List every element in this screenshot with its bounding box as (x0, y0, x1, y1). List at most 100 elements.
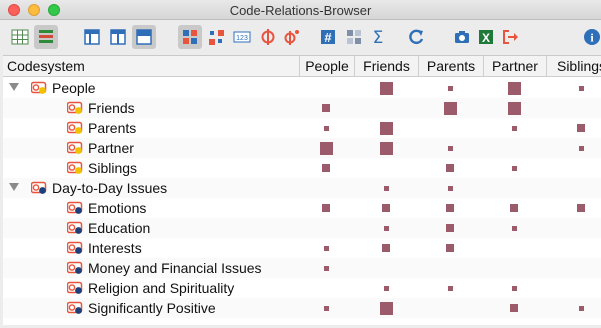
camera-button[interactable] (450, 25, 474, 49)
code-icon (67, 161, 83, 174)
expand-triangle-icon[interactable] (9, 83, 19, 91)
code-label: People (52, 80, 96, 96)
relation-square[interactable] (379, 81, 393, 95)
relation-square[interactable] (507, 101, 521, 115)
symbol-squares-button[interactable] (178, 25, 202, 49)
relation-square[interactable] (383, 225, 389, 231)
code-relations-grid: Codesystem People Friends Parents Partne… (3, 55, 601, 325)
table-row[interactable]: Partner (3, 138, 601, 158)
code-label: Education (88, 220, 151, 236)
relation-square[interactable] (323, 305, 329, 311)
code-icon (67, 101, 83, 114)
matrix-button[interactable] (342, 25, 366, 49)
symbol-squares-icon (183, 30, 197, 44)
matrix-abc-icon (347, 30, 361, 44)
table-row[interactable]: Religion and Spirituality (3, 278, 601, 298)
relation-square[interactable] (322, 204, 330, 212)
table-grid-button[interactable] (8, 25, 32, 49)
code-relations-button[interactable] (256, 25, 280, 49)
code-relations-alt-button[interactable] (280, 25, 304, 49)
relation-square[interactable] (322, 104, 330, 112)
relation-square[interactable] (446, 244, 454, 252)
relation-square[interactable] (382, 204, 390, 212)
code-label: Siblings (88, 160, 138, 176)
code-label: Interests (88, 240, 142, 256)
table-row[interactable]: People (3, 78, 601, 98)
table-row[interactable]: Siblings (3, 158, 601, 178)
header-col-partner[interactable]: Partner (483, 56, 546, 77)
relation-square[interactable] (323, 265, 329, 271)
code-label: Day-to-Day Issues (52, 180, 168, 196)
relation-square[interactable] (510, 304, 518, 312)
relation-square[interactable] (578, 305, 584, 311)
symbol-circles-icon (209, 30, 224, 45)
table-row[interactable]: Friends (3, 98, 601, 118)
header-col-siblings[interactable]: Siblings (546, 56, 601, 77)
relation-square[interactable] (447, 145, 453, 151)
table-row[interactable]: Significantly Positive (3, 298, 601, 318)
refresh-button[interactable] (404, 25, 428, 49)
hash-button[interactable]: # (316, 25, 340, 49)
numbers-button[interactable]: 123 (230, 25, 254, 49)
relation-square[interactable] (383, 185, 389, 191)
relation-square[interactable] (446, 204, 454, 212)
relation-square[interactable] (379, 301, 393, 315)
code-label: Religion and Spirituality (88, 280, 235, 296)
relation-square[interactable] (319, 141, 333, 155)
table-row[interactable]: Money and Financial Issues (3, 258, 601, 278)
svg-text:#: # (324, 30, 332, 45)
info-button[interactable]: i (580, 25, 601, 49)
header-codesystem[interactable]: Codesystem (7, 56, 303, 77)
title-bar: Code-Relations-Browser (0, 0, 601, 20)
window-title: Code-Relations-Browser (229, 3, 372, 18)
header-col-parents[interactable]: Parents (418, 56, 483, 77)
relation-square[interactable] (511, 165, 517, 171)
relation-square[interactable] (323, 245, 329, 251)
relation-square[interactable] (511, 125, 517, 131)
relation-square[interactable] (383, 285, 389, 291)
relation-square[interactable] (446, 164, 454, 172)
code-label: Partner (88, 140, 134, 156)
layout-view-3-button[interactable] (132, 25, 156, 49)
symbol-circles-button[interactable] (204, 25, 228, 49)
relation-square[interactable] (511, 285, 517, 291)
relation-square[interactable] (447, 85, 453, 91)
code-icon (31, 81, 47, 94)
table-row[interactable]: Emotions (3, 198, 601, 218)
header-col-friends[interactable]: Friends (354, 56, 418, 77)
code-icon (67, 241, 83, 254)
table-row[interactable]: Day-to-Day Issues (3, 178, 601, 198)
table-row[interactable]: Education (3, 218, 601, 238)
code-icon (67, 121, 83, 134)
relation-square[interactable] (510, 204, 518, 212)
relation-square[interactable] (511, 225, 517, 231)
relation-square[interactable] (577, 204, 585, 212)
relation-square[interactable] (443, 101, 457, 115)
excel-export-button[interactable]: X (474, 25, 498, 49)
export-button[interactable] (498, 25, 522, 49)
relation-square[interactable] (577, 124, 585, 132)
relation-square[interactable] (447, 285, 453, 291)
relation-square[interactable] (379, 121, 393, 135)
relation-square[interactable] (323, 125, 329, 131)
header-col-people[interactable]: People (299, 56, 354, 77)
export-arrow-icon (503, 30, 518, 44)
hash-icon: # (321, 30, 335, 45)
table-row[interactable]: Parents (3, 118, 601, 138)
color-stripes-button[interactable] (34, 25, 58, 49)
relation-square[interactable] (447, 185, 453, 191)
relation-square[interactable] (446, 224, 454, 232)
table-row[interactable]: Interests (3, 238, 601, 258)
sigma-button[interactable]: Σ (366, 25, 390, 49)
layout-view-2-button[interactable] (106, 25, 130, 49)
relation-square[interactable] (578, 145, 584, 151)
relation-square[interactable] (578, 85, 584, 91)
code-icon (67, 301, 83, 314)
layout-view-1-button[interactable] (80, 25, 104, 49)
relation-square[interactable] (507, 81, 521, 95)
relation-square[interactable] (379, 141, 393, 155)
expand-triangle-icon[interactable] (9, 183, 19, 191)
code-icon (67, 261, 83, 274)
relation-square[interactable] (382, 244, 390, 252)
relation-square[interactable] (322, 164, 330, 172)
